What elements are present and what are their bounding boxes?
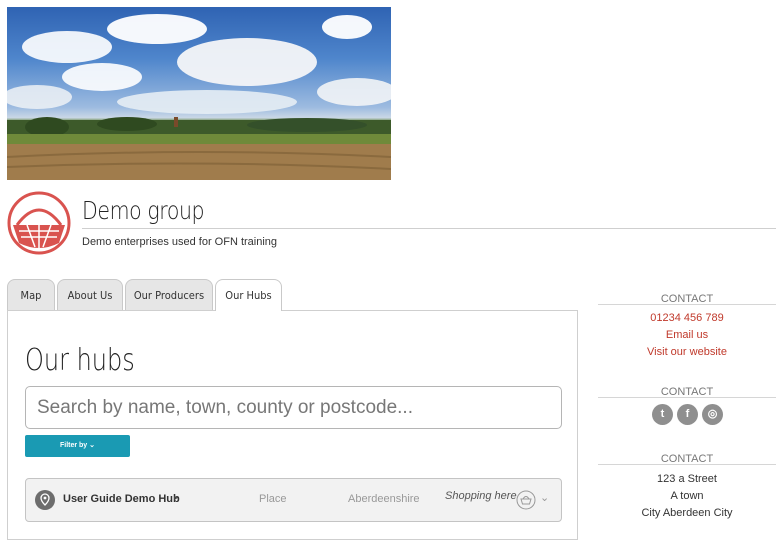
sidebar-divider [598,464,776,465]
twitter-icon[interactable]: t [652,404,673,425]
facebook-icon[interactable]: f [677,404,698,425]
tab-our-hubs[interactable]: Our Hubs [215,279,282,311]
group-description: Demo enterprises used for OFN training [82,236,278,248]
address-line: A town [670,490,704,502]
instagram-icon[interactable]: ◎ [702,404,723,425]
sidebar-divider [598,397,776,398]
shopping-basket-icon [516,490,536,510]
filter-by-label: Filter by [59,442,88,449]
address-block: 123 a Street A town City Aberdeen City [598,471,776,522]
group-logo-basket-icon [7,191,71,255]
hub-name[interactable]: User Guide Demo Hub [63,493,180,505]
phone-link[interactable]: 01234 456 789 [598,310,776,327]
hub-place: Place [259,493,287,505]
hub-link-arrow-icon: ▸ [174,493,179,502]
page-title: Our hubs [25,343,135,378]
address-line: City Aberdeen City [641,507,733,519]
tab-about-us[interactable]: About Us [57,279,123,310]
visit-website-link[interactable]: Visit our website [598,344,776,361]
filter-by-button[interactable]: Filter by ⌄ [25,435,130,457]
hub-list-item[interactable]: User Guide Demo Hub ▸ Place Aberdeenshir… [25,478,562,522]
social-links: t f ◎ [652,404,726,426]
hubs-panel: Our hubs Filter by ⌄ User Guide Demo Hub… [7,310,578,540]
address-line: 123 a Street [657,473,717,485]
expand-chevron-icon[interactable]: ⌄ [540,491,549,504]
hub-shopping-status: Shopping here [445,490,517,502]
hub-county: Aberdeenshire [348,493,420,505]
hub-pin-icon [35,490,55,510]
tab-our-producers[interactable]: Our Producers [125,279,213,310]
group-banner-image [7,7,391,180]
tab-map[interactable]: Map [7,279,55,310]
contact-details: 01234 456 789 Email us Visit our website [598,310,776,361]
title-divider [82,228,776,229]
hub-search-input[interactable] [25,386,562,429]
landscape-illustration [7,14,391,180]
email-us-link[interactable]: Email us [598,327,776,344]
contact-heading: CONTACT [660,293,714,305]
group-title: Demo group [82,196,205,225]
chevron-down-icon: ⌄ [89,442,96,449]
